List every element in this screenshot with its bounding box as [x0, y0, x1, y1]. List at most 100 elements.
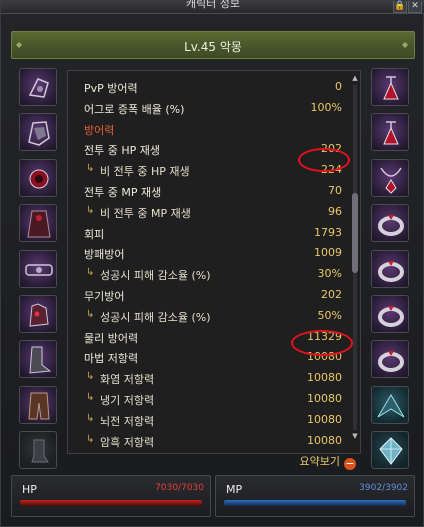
stat-row: 물리 방어력 11329: [68, 327, 350, 348]
stats-panel: PvP 방어력 0 어그로 증폭 배율 (%) 100% 방어력전투 중 HP 재생 20…: [67, 70, 361, 470]
stat-row: ↳ 성공시 피해 감소율 (%) 30%: [68, 264, 350, 285]
collapse-minus-icon: −: [344, 457, 356, 470]
sub-stat-arrow-icon: ↳: [86, 308, 95, 320]
stat-value: 11329: [307, 329, 342, 343]
stat-value: 100%: [310, 100, 342, 114]
lock-icon[interactable]: 🔒: [393, 1, 407, 13]
stat-value: 30%: [317, 267, 342, 281]
equipment-slot-left-1[interactable]: [19, 68, 57, 106]
stat-row: 마법 저항력 10080: [68, 347, 350, 368]
scroll-thumb[interactable]: [352, 193, 358, 273]
equipment-slot-left-5[interactable]: [19, 249, 57, 288]
stat-value: 10080: [307, 392, 342, 405]
hp-fill: [20, 500, 202, 506]
sub-stat-arrow-icon: ↳: [86, 371, 95, 383]
stat-row: ↳ 화염 저항력 10080: [68, 368, 350, 389]
equipment-slot-left-2[interactable]: [19, 113, 57, 152]
stat-row: 회피 1793: [68, 223, 350, 244]
stat-row: 전투 중 MP 재생 70: [68, 181, 350, 202]
sub-stat-arrow-icon: ↳: [86, 163, 95, 175]
stat-label: 성공시 피해 감소율 (%): [100, 310, 211, 324]
equipment-slot-right-5[interactable]: [371, 249, 409, 288]
character-info-window: 캐릭터 정보 🔒 ✕ ◆ Lv.45 악몽 ◆ PvP 방어력 0 어그로 증폭 배…: [0, 0, 424, 527]
stat-value: 10080: [307, 433, 342, 447]
stat-label: 무기방어: [84, 290, 125, 303]
equipment-slot-left-9[interactable]: [19, 431, 57, 470]
sub-stat-arrow-icon: ↳: [86, 433, 95, 445]
stats-section-header: 방어력: [68, 119, 350, 140]
stat-row: 무기방어 202: [68, 285, 350, 306]
mp-label: MP: [226, 483, 243, 496]
mp-value: 3902/3902: [359, 483, 408, 493]
stat-value: 96: [328, 204, 342, 218]
equipment-slot-right-3[interactable]: [371, 158, 409, 197]
equipment-slot-right-7[interactable]: [371, 340, 409, 379]
stat-row: ↳ 비 전투 중 HP 재생 224: [68, 160, 350, 181]
stat-value: 0: [335, 80, 342, 93]
stat-row: ↳ 성공시 피해 감소율 (%) 50%: [68, 306, 350, 327]
stat-value: 10080: [307, 371, 342, 385]
stats-scrollbar[interactable]: ▲ ▼: [350, 73, 360, 441]
stat-value: 10080: [307, 412, 342, 426]
stat-label: 마법 저항력: [84, 352, 139, 366]
mp-bar: MP 3902/3902: [215, 475, 415, 517]
equipment-slot-right-2[interactable]: [371, 113, 409, 152]
resource-bars: HP 7030/7030 MP 3902/3902: [11, 475, 415, 517]
stat-label: 비 전투 중 HP 재생: [100, 165, 190, 179]
stat-row: ↳ 암흑 저항력 10080: [68, 431, 350, 452]
stat-value: 202: [321, 288, 342, 301]
stat-row: ↳ 냉기 저항력 10080: [68, 389, 350, 410]
stat-row: ↳ 뇌전 저항력 10080: [68, 410, 350, 431]
equipment-slot-left-7[interactable]: [19, 340, 57, 379]
title-bar[interactable]: 캐릭터 정보 🔒 ✕: [1, 0, 424, 14]
stat-label: 회피: [84, 227, 105, 241]
stat-label: 뇌전 저항력: [100, 414, 155, 428]
close-icon[interactable]: ✕: [408, 1, 422, 13]
stat-label: PvP 방어력: [84, 82, 138, 95]
hp-bar: HP 7030/7030: [11, 475, 211, 517]
stat-row: 어그로 증폭 배율 (%) 100%: [68, 98, 350, 119]
equipment-slot-left-8[interactable]: [19, 385, 57, 424]
stat-row: PvP 방어력 0: [68, 77, 350, 98]
stat-label: 전투 중 HP 재생: [84, 144, 160, 158]
stat-value: 202: [321, 142, 342, 156]
character-level-class: Lv.45 악몽: [184, 40, 242, 54]
sub-stat-arrow-icon: ↳: [86, 392, 95, 403]
stat-label: 전투 중 MP 재생: [84, 186, 162, 199]
stat-value: 50%: [317, 308, 342, 322]
stat-row: 전투 중 HP 재생 202: [68, 139, 350, 160]
character-level-banner: ◆ Lv.45 악몽 ◆: [11, 31, 415, 59]
stat-label: 암흑 저항력: [100, 435, 155, 449]
sub-stat-arrow-icon: ↳: [86, 412, 95, 424]
stat-label: 어그로 증폭 배율 (%): [84, 102, 185, 116]
hp-value: 7030/7030: [155, 483, 204, 493]
equipment-slot-left-6[interactable]: [19, 295, 57, 333]
equipment-slot-left-4[interactable]: [19, 204, 57, 243]
stat-label: 비 전투 중 MP 재생: [100, 206, 191, 220]
stat-value: 1793: [314, 225, 342, 239]
summary-toggle-button[interactable]: 요약보기 −: [300, 453, 356, 470]
equipment-slot-right-6[interactable]: [371, 295, 409, 333]
scroll-down-icon[interactable]: ▼: [350, 431, 360, 441]
stat-value: 10080: [307, 350, 342, 364]
stat-value: 1009: [314, 246, 342, 260]
equipment-slot-left-3[interactable]: [19, 158, 57, 197]
equipment-slot-right-1[interactable]: [371, 68, 409, 106]
banner-ornament-right-icon: ◆: [402, 40, 409, 49]
stat-label: 성공시 피해 감소율 (%): [100, 269, 211, 283]
equipment-slot-right-4[interactable]: [371, 204, 409, 243]
hp-label: HP: [22, 483, 37, 496]
stat-label: 방어력: [84, 123, 115, 137]
equipment-slot-right-9[interactable]: [371, 431, 409, 470]
equipment-slot-right-8[interactable]: [371, 385, 409, 424]
stat-label: 냉기 저항력: [100, 394, 155, 407]
stat-value: 70: [328, 184, 342, 197]
stat-row: ↳ 비 전투 중 MP 재생 96: [68, 202, 350, 223]
window-title: 캐릭터 정보: [185, 0, 241, 10]
sub-stat-arrow-icon: ↳: [86, 267, 95, 279]
sub-stat-arrow-icon: ↳: [86, 204, 95, 216]
mp-fill: [224, 500, 406, 506]
stat-label: 물리 방어력: [84, 331, 139, 345]
scroll-up-icon[interactable]: ▲: [350, 73, 360, 83]
stat-label: 화염 저항력: [100, 373, 155, 387]
